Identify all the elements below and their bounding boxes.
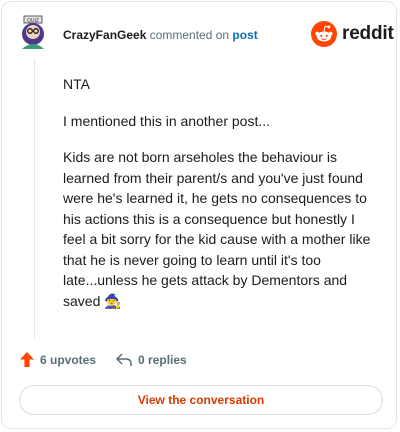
reddit-wordmark: reddit (342, 23, 394, 44)
reply-button[interactable]: 0 replies (116, 353, 187, 367)
comment-header: CrazyFanGeek commented on post (63, 28, 258, 42)
comment-actions: 6 upvotes 0 replies (20, 352, 207, 367)
upvote-button[interactable]: 6 upvotes (20, 352, 96, 367)
upvote-arrow-icon (20, 352, 34, 367)
action-text: commented on (146, 28, 233, 42)
post-link[interactable]: post (232, 28, 257, 42)
thread-line (34, 58, 35, 338)
view-conversation-button[interactable]: View the conversation (19, 385, 383, 415)
upvote-count: 6 upvotes (40, 352, 97, 367)
comment-paragraph: Kids are not born arseholes the behaviou… (63, 149, 371, 309)
comment-card: QUIZ CrazyFanGeek commented on post redd… (1, 1, 397, 429)
reply-count: 0 replies (138, 352, 187, 367)
reddit-snoo-icon (311, 21, 337, 47)
avatar[interactable]: QUIZ (16, 15, 50, 49)
comment-paragraph: I mentioned this in another post... (63, 112, 271, 129)
username-link[interactable]: CrazyFanGeek (63, 28, 146, 42)
comment-paragraph: NTA (63, 76, 90, 92)
reply-arrow-icon (116, 352, 132, 366)
reddit-logo[interactable]: reddit (311, 20, 394, 48)
comment-body: NTA I mentioned this in another post... … (63, 74, 378, 327)
